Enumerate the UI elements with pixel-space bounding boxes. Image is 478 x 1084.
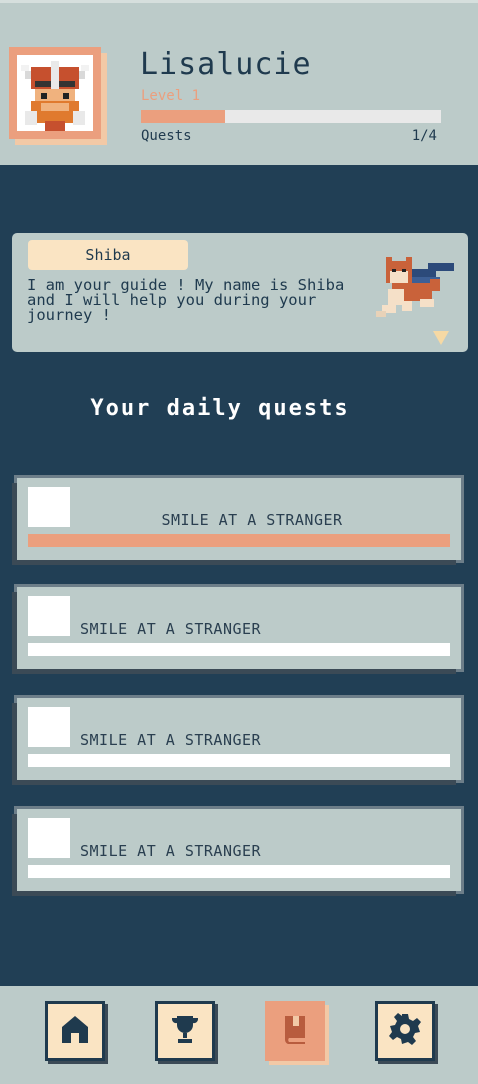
bottom-nav bbox=[0, 986, 478, 1084]
quest-progress-bar bbox=[28, 534, 450, 547]
gear-icon bbox=[388, 1012, 422, 1050]
quest-card[interactable]: SMILE AT A STRANGER bbox=[17, 698, 461, 780]
home-icon bbox=[59, 1013, 91, 1049]
quest-label: SMILE AT A STRANGER bbox=[80, 842, 262, 860]
nav-trophy-button[interactable] bbox=[155, 1001, 215, 1061]
quest-progress-bar bbox=[28, 643, 450, 656]
username: Lisalucie bbox=[140, 47, 312, 82]
nav-home-button[interactable] bbox=[45, 1001, 105, 1061]
quest-progress-fill bbox=[28, 534, 450, 547]
guide-dialog[interactable]: Shiba I am your guide ! My name is Shiba… bbox=[12, 233, 468, 352]
xp-progress-bar bbox=[141, 110, 441, 123]
quest-checkbox[interactable] bbox=[28, 818, 70, 858]
quest-card[interactable]: SMILE AT A STRANGER bbox=[17, 809, 461, 891]
quest-label: SMILE AT A STRANGER bbox=[161, 511, 343, 529]
quest-progress-bar bbox=[28, 865, 450, 878]
guide-name-tag: Shiba bbox=[28, 240, 188, 270]
book-icon bbox=[279, 1013, 311, 1049]
quest-card[interactable]: SMILE AT A STRANGER bbox=[17, 478, 461, 560]
quest-label: SMILE AT A STRANGER bbox=[80, 731, 262, 749]
quest-card[interactable]: SMILE AT A STRANGER bbox=[17, 587, 461, 669]
shiba-dog-icon bbox=[372, 255, 458, 325]
quest-progress-bar bbox=[28, 754, 450, 767]
quest-checkbox[interactable] bbox=[28, 596, 70, 636]
profile-header: Lisalucie Level 1 Quests 1/4 bbox=[0, 0, 478, 165]
next-arrow-icon[interactable] bbox=[433, 331, 449, 345]
guide-message: I am your guide ! My name is Shiba and I… bbox=[27, 276, 345, 324]
xp-progress-fill bbox=[141, 110, 225, 123]
quest-checkbox[interactable] bbox=[28, 707, 70, 747]
nav-book-button[interactable] bbox=[265, 1001, 325, 1061]
daily-quests-title: Your daily quests bbox=[90, 396, 350, 421]
viking-avatar-icon bbox=[17, 55, 93, 131]
quest-label: SMILE AT A STRANGER bbox=[80, 620, 262, 638]
nav-settings-button[interactable] bbox=[375, 1001, 435, 1061]
quests-count: 1/4 bbox=[411, 128, 437, 144]
level-label: Level 1 bbox=[141, 88, 201, 104]
trophy-icon bbox=[169, 1013, 201, 1049]
avatar[interactable] bbox=[9, 47, 101, 139]
quests-label: Quests bbox=[141, 128, 192, 144]
